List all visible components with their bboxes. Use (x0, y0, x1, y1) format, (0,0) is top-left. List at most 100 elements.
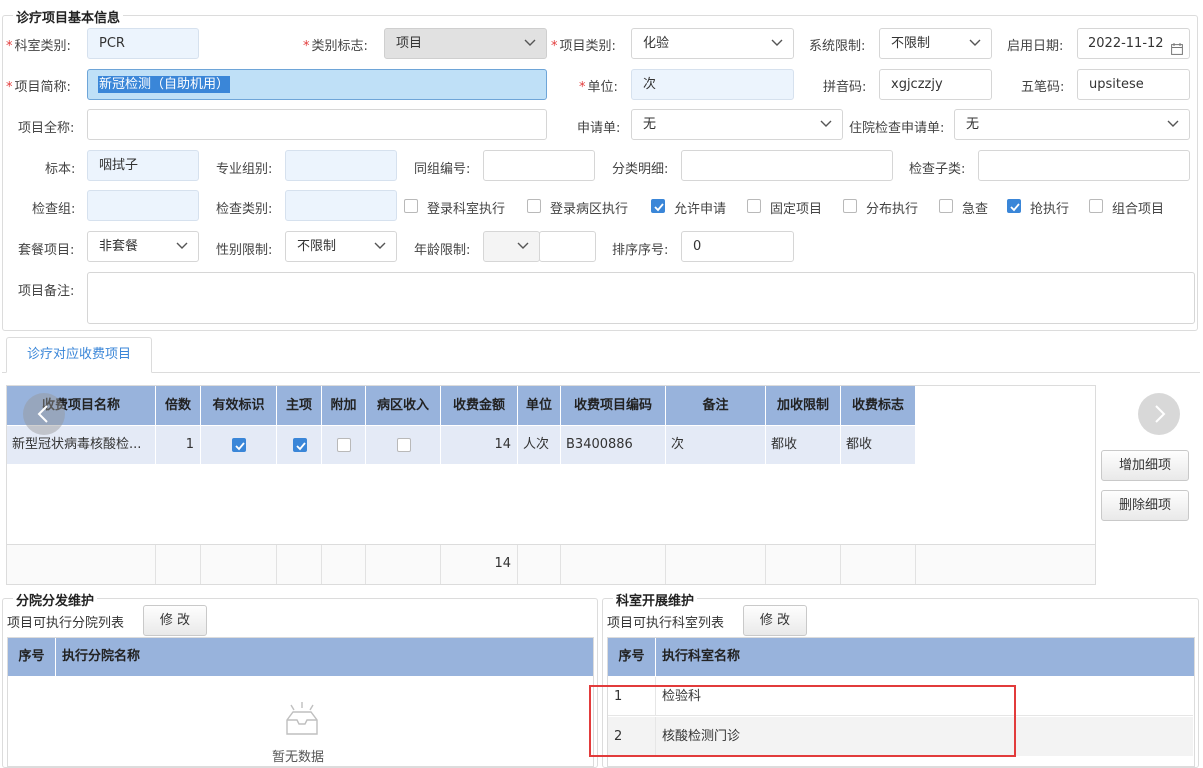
scroll-left-button[interactable] (23, 393, 65, 435)
sort-order-input[interactable]: 0 (681, 231, 794, 262)
footer-cell (666, 545, 766, 584)
column-header-dept-name[interactable]: 执行科室名称 (656, 638, 1194, 676)
full-name-input[interactable] (87, 109, 547, 140)
age-limit-label: 年龄限制: (414, 243, 471, 258)
checkbox[interactable] (939, 199, 953, 213)
add-detail-button[interactable]: 增加细项 (1101, 450, 1189, 481)
column-header[interactable]: 有效标识 (201, 386, 277, 425)
checkbox[interactable] (651, 199, 665, 213)
pinyin-input[interactable]: xgjczzjy (879, 69, 992, 100)
inpatient-request-value: 无 (966, 117, 980, 132)
tab-fee-items[interactable]: 诊疗对应收费项目 (6, 337, 152, 373)
footer-cell (561, 545, 666, 584)
package-item-select[interactable]: 非套餐 (87, 231, 199, 262)
checkbox[interactable] (1007, 199, 1021, 213)
footer-cell (322, 545, 366, 584)
fee-cell-main (277, 426, 322, 464)
unit-field[interactable]: 次 (631, 69, 794, 100)
group-number-input[interactable] (483, 150, 595, 181)
chevron-down-icon (524, 29, 536, 47)
unit-label: * 单位: (579, 80, 618, 95)
delete-detail-button[interactable]: 删除细项 (1101, 490, 1189, 521)
exam-category-field[interactable] (285, 190, 397, 221)
dept-table-header: 序号 执行科室名称 (608, 638, 1194, 676)
class-detail-label: 分类明细: (612, 162, 669, 177)
fee-cell-flag: 都收 (841, 426, 916, 464)
column-header[interactable]: 附加 (322, 386, 366, 425)
dept-list-label: 项目可执行科室列表 (607, 616, 725, 631)
column-header[interactable]: 倍数 (156, 386, 201, 425)
column-header[interactable]: 收费项目编码 (561, 386, 666, 425)
checkbox-label[interactable]: 抢执行 (1030, 198, 1069, 217)
checkbox-label[interactable]: 分布执行 (866, 198, 918, 217)
checkbox[interactable] (292, 438, 307, 452)
system-limit-value: 不限制 (891, 36, 931, 51)
short-name-input[interactable]: 新冠检测（自助机用） (87, 69, 547, 100)
class-detail-input[interactable] (681, 150, 893, 181)
column-header[interactable]: 收费金额 (441, 386, 518, 425)
checkbox[interactable] (527, 199, 541, 213)
short-name-label: * 项目简称: (6, 80, 71, 95)
chevron-down-icon (969, 29, 981, 47)
checkbox-label[interactable]: 登录科室执行 (427, 198, 505, 217)
wubi-input[interactable]: upsitese (1077, 69, 1190, 100)
checkbox-label[interactable]: 急查 (962, 198, 988, 217)
item-category-select[interactable]: 化验 (631, 28, 794, 59)
exam-subclass-input[interactable] (978, 150, 1190, 181)
category-flag-value: 项目 (396, 36, 423, 51)
inpatient-request-select[interactable]: 无 (954, 109, 1190, 140)
column-header[interactable]: 加收限制 (766, 386, 841, 425)
column-header[interactable]: 备注 (666, 386, 766, 425)
dept-category-field[interactable]: PCR (87, 28, 199, 59)
system-limit-select[interactable]: 不限制 (879, 28, 992, 59)
checkbox[interactable] (337, 438, 351, 452)
age-limit-input[interactable] (539, 231, 596, 262)
gender-limit-label: 性别限制: (216, 243, 273, 258)
scroll-right-button[interactable] (1138, 393, 1180, 435)
modify-branch-button[interactable]: 修 改 (143, 605, 207, 636)
checkbox-label[interactable]: 登录病区执行 (550, 198, 628, 217)
column-header[interactable]: 收费标志 (841, 386, 916, 425)
tab-bar-divider (2, 372, 1200, 373)
footer-cell (841, 545, 916, 584)
column-header[interactable]: 单位 (518, 386, 561, 425)
category-flag-select[interactable]: 项目 (384, 28, 547, 59)
table-row[interactable]: 新型冠状病毒核酸检... 1 14 人次 B3400886 次都收 都收 (7, 426, 916, 464)
footer-cell (518, 545, 561, 584)
gender-limit-select[interactable]: 不限制 (285, 231, 397, 262)
checkbox-label[interactable]: 允许申请 (674, 198, 726, 217)
fee-cell-ward-income (366, 426, 441, 464)
checkbox[interactable] (1089, 199, 1103, 213)
specialty-group-field[interactable] (285, 150, 397, 181)
fee-table-footer: 14 (7, 544, 1095, 584)
fee-cell-surcharge: 都收 (766, 426, 841, 464)
exam-group-field[interactable] (87, 190, 199, 221)
column-header[interactable]: 主项 (277, 386, 322, 425)
specimen-field[interactable]: 咽拭子 (87, 150, 199, 181)
checkbox[interactable] (232, 438, 246, 452)
group-number-label: 同组编号: (414, 162, 471, 177)
checkbox[interactable] (843, 199, 857, 213)
column-header-branch-name[interactable]: 执行分院名称 (56, 638, 593, 676)
column-header-index[interactable]: 序号 (8, 638, 56, 676)
column-header[interactable]: 病区收入 (366, 386, 441, 425)
age-limit-unit-select[interactable] (483, 231, 540, 262)
start-date-picker[interactable]: 2022-11-12 (1077, 28, 1190, 59)
start-date-value: 2022-11-12 (1088, 36, 1164, 51)
modify-dept-button[interactable]: 修 改 (743, 605, 807, 636)
pinyin-label: 拼音码: (823, 80, 867, 95)
highlight-box (589, 685, 1016, 757)
checkbox[interactable] (404, 199, 418, 213)
request-form-select[interactable]: 无 (631, 109, 843, 140)
checkbox[interactable] (747, 199, 761, 213)
column-header-index[interactable]: 序号 (608, 638, 656, 676)
fee-cell-note: 次 (666, 426, 766, 464)
chevron-down-icon (820, 110, 832, 128)
checkbox-label[interactable]: 组合项目 (1112, 198, 1164, 217)
full-name-label: 项目全称: (18, 121, 75, 136)
checkbox-label[interactable]: 固定项目 (770, 198, 822, 217)
category-flag-label: * 类别标志: (303, 39, 368, 54)
remarks-textarea[interactable] (87, 272, 1195, 324)
item-category-label: * 项目类别: (551, 39, 616, 54)
checkbox[interactable] (396, 438, 411, 452)
